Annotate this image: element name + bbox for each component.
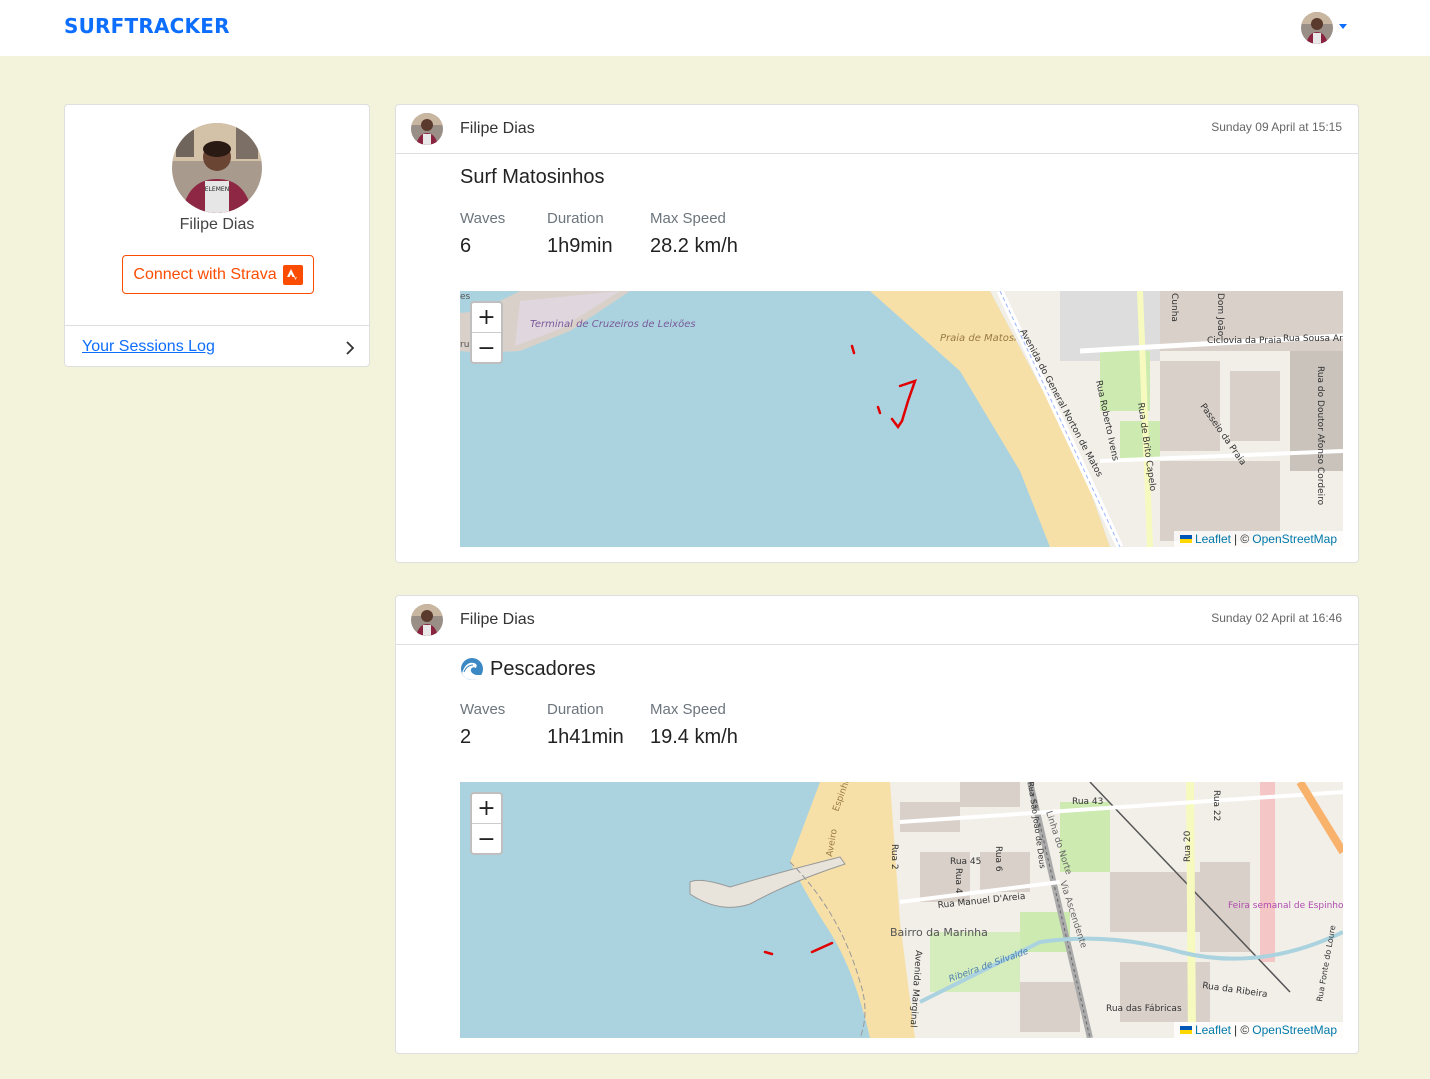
session-card: Filipe Dias Sunday 02 April at 16:46 Pes… bbox=[395, 595, 1359, 1054]
stat-duration: Duration 1h41min bbox=[547, 701, 624, 749]
map-label: Feira semanal de Espinho bbox=[1228, 901, 1343, 911]
strava-button-label: Connect with Strava bbox=[133, 265, 277, 283]
profile-avatar: ELEMEN bbox=[172, 123, 262, 213]
attribution-separator: | © bbox=[1233, 1023, 1250, 1037]
map-label: Ciclovia da Praia bbox=[1207, 336, 1282, 346]
stat-value: 2 bbox=[460, 726, 472, 748]
map-label: Rua 45 bbox=[950, 857, 981, 867]
map-label: Rua das Fábricas bbox=[1106, 1004, 1182, 1014]
map-label: Rua 22 bbox=[1211, 790, 1221, 821]
stat-label: Waves bbox=[460, 701, 506, 718]
avatar bbox=[411, 604, 443, 636]
map-label: Rua Sousa Aro bbox=[1283, 334, 1343, 344]
stat-value: 28.2 km/h bbox=[650, 235, 738, 257]
zoom-in-button[interactable]: + bbox=[472, 303, 501, 333]
brand-logo[interactable]: SURFTRACKER bbox=[64, 14, 230, 38]
stat-waves: Waves 2 bbox=[460, 701, 505, 749]
zoom-control: + − bbox=[470, 792, 503, 855]
session-map[interactable]: Espinho Aveiro Rua 43 Rua 45 Rua 2 Rua 4… bbox=[460, 782, 1343, 1038]
navbar: SURFTRACKER bbox=[0, 0, 1430, 56]
map-label: Bairro da Marinha bbox=[890, 926, 988, 939]
stat-max-speed: Max Speed 28.2 km/h bbox=[650, 210, 738, 258]
zoom-in-button[interactable]: + bbox=[472, 794, 501, 824]
svg-text:ELEMEN: ELEMEN bbox=[205, 186, 229, 193]
map-label: Rua 20 bbox=[1183, 830, 1193, 862]
stat-label: Waves bbox=[460, 210, 506, 227]
session-title: Pescadores bbox=[460, 657, 596, 681]
stat-value: 19.4 km/h bbox=[650, 726, 738, 748]
session-date: Sunday 02 April at 16:46 bbox=[1211, 611, 1342, 625]
map-tiles: Terminal de Cruzeiros de Leixões es rua … bbox=[460, 291, 1343, 547]
leaflet-link[interactable]: Leaflet bbox=[1195, 1023, 1231, 1037]
session-title-text: Surf Matosinhos bbox=[460, 166, 605, 188]
ukraine-flag-icon bbox=[1179, 535, 1192, 543]
sessions-log-link[interactable]: Your Sessions Log bbox=[82, 338, 215, 356]
chevron-right-icon[interactable] bbox=[343, 341, 357, 355]
stat-label: Max Speed bbox=[650, 701, 726, 718]
profile-name: Filipe Dias bbox=[179, 216, 255, 233]
zoom-control: + − bbox=[470, 301, 503, 364]
session-map[interactable]: Terminal de Cruzeiros de Leixões es rua … bbox=[460, 291, 1343, 547]
session-user-name: Filipe Dias bbox=[460, 611, 535, 628]
session-card: Filipe Dias Sunday 09 April at 15:15 Sur… bbox=[395, 104, 1359, 563]
session-user-name: Filipe Dias bbox=[460, 120, 535, 137]
ukraine-flag-icon bbox=[1179, 1026, 1192, 1034]
map-attribution: Leaflet | © OpenStreetMap bbox=[1173, 1022, 1343, 1038]
stat-label: Duration bbox=[547, 210, 604, 227]
avatar bbox=[411, 113, 443, 145]
map-label: Terminal de Cruzeiros de Leixões bbox=[530, 319, 696, 330]
map-label: Rua 43 bbox=[1072, 797, 1103, 807]
map-label: Dom João bbox=[1215, 293, 1225, 337]
zoom-out-button[interactable]: − bbox=[472, 824, 501, 853]
session-card-header: Filipe Dias Sunday 09 April at 15:15 bbox=[396, 105, 1358, 154]
user-menu-toggle[interactable] bbox=[1301, 12, 1347, 44]
leaflet-link[interactable]: Leaflet bbox=[1195, 532, 1231, 546]
map-label: Rua 6 bbox=[993, 846, 1003, 872]
stat-value: 1h41min bbox=[547, 726, 624, 748]
osm-link[interactable]: OpenStreetMap bbox=[1252, 1023, 1337, 1037]
connect-strava-button[interactable]: Connect with Strava bbox=[122, 255, 314, 294]
map-label: es bbox=[460, 292, 471, 302]
divider bbox=[65, 325, 369, 326]
stat-label: Max Speed bbox=[650, 210, 726, 227]
map-label: Rua 4 bbox=[953, 868, 963, 894]
chevron-down-icon bbox=[1339, 23, 1347, 29]
map-attribution: Leaflet | © OpenStreetMap bbox=[1173, 531, 1343, 547]
profile-card: ELEMEN Filipe Dias Connect with Strava Y… bbox=[64, 104, 370, 367]
map-label: Cunha bbox=[1169, 293, 1179, 322]
avatar bbox=[1301, 12, 1333, 44]
attribution-separator: | © bbox=[1233, 532, 1250, 546]
stat-duration: Duration 1h9min bbox=[547, 210, 613, 258]
map-label: Rua 2 bbox=[889, 844, 899, 870]
strava-icon bbox=[282, 264, 303, 285]
zoom-out-button[interactable]: − bbox=[472, 333, 501, 362]
wave-icon bbox=[461, 658, 483, 680]
map-tiles: Espinho Aveiro Rua 43 Rua 45 Rua 2 Rua 4… bbox=[460, 782, 1343, 1038]
stat-value: 1h9min bbox=[547, 235, 613, 257]
session-date: Sunday 09 April at 15:15 bbox=[1211, 120, 1342, 134]
session-title-text: Pescadores bbox=[490, 657, 596, 680]
session-card-header: Filipe Dias Sunday 02 April at 16:46 bbox=[396, 596, 1358, 645]
session-title: Surf Matosinhos bbox=[460, 166, 605, 189]
stat-value: 6 bbox=[460, 235, 472, 257]
osm-link[interactable]: OpenStreetMap bbox=[1252, 532, 1337, 546]
map-label: Rua do Doutor Afonso Cordeiro bbox=[1315, 366, 1325, 506]
stat-max-speed: Max Speed 19.4 km/h bbox=[650, 701, 738, 749]
stat-label: Duration bbox=[547, 701, 604, 718]
stat-waves: Waves 6 bbox=[460, 210, 505, 258]
